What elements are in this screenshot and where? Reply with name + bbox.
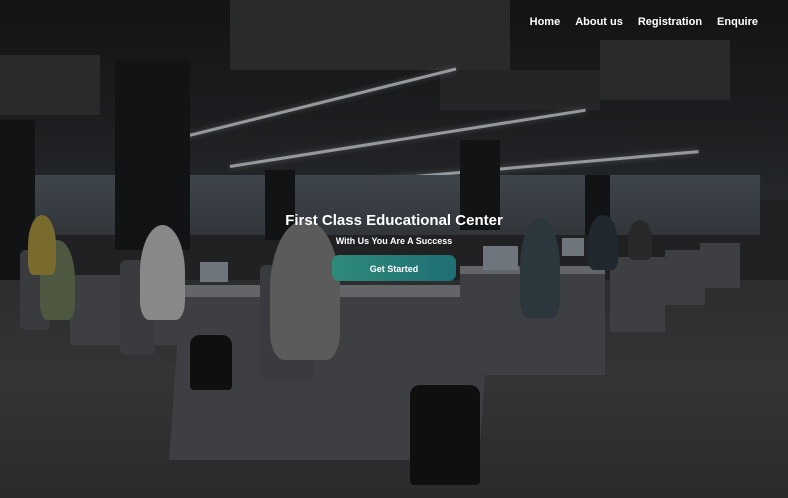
nav-registration-link[interactable]: Registration (638, 16, 702, 28)
hero-content: First Class Educational Center With Us Y… (0, 212, 788, 281)
main-nav: Home About us Registration Enquire (530, 16, 758, 28)
hero-section: Home About us Registration Enquire First… (0, 0, 788, 498)
hero-subtitle: With Us You Are A Success (335, 236, 453, 246)
nav-enquire-link[interactable]: Enquire (717, 16, 758, 28)
hero-title: First Class Educational Center (285, 212, 503, 229)
get-started-button[interactable]: Get Started (332, 255, 456, 281)
nav-about-link[interactable]: About us (575, 16, 623, 28)
nav-home-link[interactable]: Home (530, 16, 561, 28)
